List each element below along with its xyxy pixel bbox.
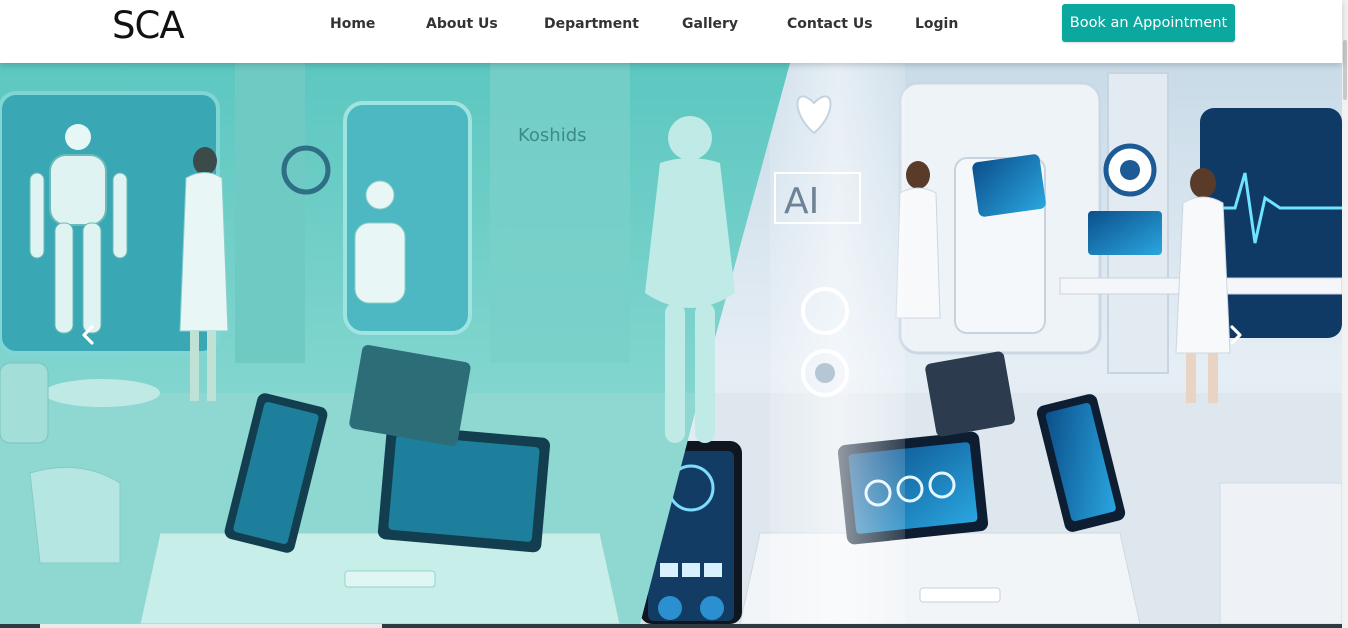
carousel-prev-button[interactable] (80, 325, 106, 351)
carousel-next-button[interactable] (1228, 325, 1254, 351)
nav-login[interactable]: Login (915, 14, 958, 34)
carousel-indicator-active[interactable] (40, 624, 382, 628)
nav-contact-us[interactable]: Contact Us (787, 14, 873, 34)
hero-carousel: AI Koshids (0, 63, 1342, 624)
brand-logo[interactable]: SCA (112, 6, 185, 46)
nav-gallery[interactable]: Gallery (682, 14, 738, 34)
hero-slide-image: AI Koshids (0, 63, 1342, 624)
page-scrollbar-thumb[interactable] (1343, 40, 1347, 100)
chevron-right-icon (1230, 325, 1242, 345)
book-appointment-button[interactable]: Book an Appointment (1062, 4, 1235, 42)
nav-home[interactable]: Home (330, 14, 375, 34)
site-header: SCA Home About Us Department Gallery Con… (0, 0, 1342, 63)
nav-about-us[interactable]: About Us (426, 14, 498, 34)
ai-sign-text: AI (784, 181, 819, 222)
nav-department[interactable]: Department (544, 14, 639, 34)
chevron-left-icon (82, 325, 94, 345)
clinic-sign-text: Koshids (518, 125, 587, 146)
